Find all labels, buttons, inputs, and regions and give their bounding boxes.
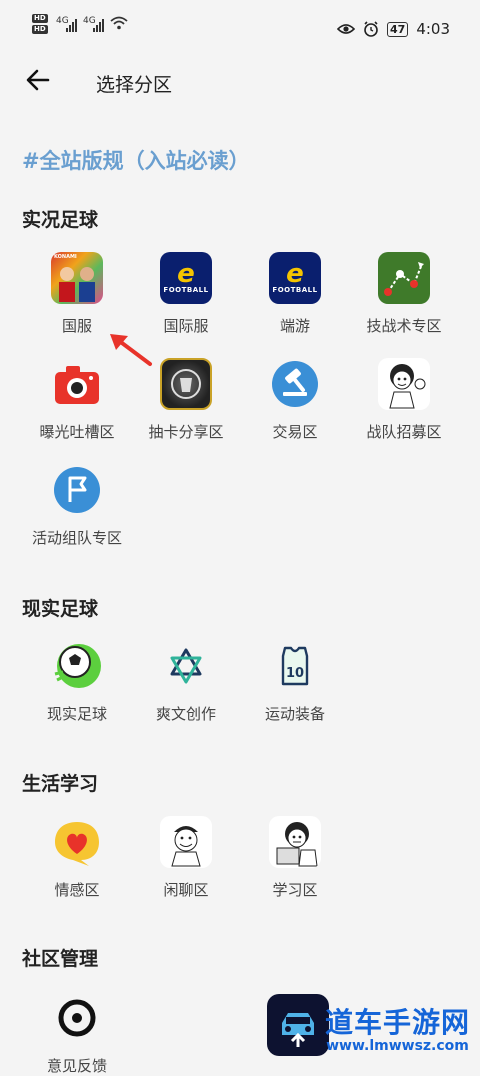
watermark-url: www.lmwwsz.com	[326, 1038, 469, 1054]
gavel-icon	[269, 358, 321, 410]
section-title: 实况足球	[22, 209, 99, 231]
zone-label: 战队招募区	[366, 423, 442, 441]
zone-item-emotion[interactable]: 情感区	[22, 816, 132, 900]
efootball-text: FOOTBALL	[163, 286, 209, 294]
zone-label: 抽卡分享区	[148, 423, 224, 441]
meme-face-icon	[378, 358, 430, 410]
watermark-title: 道车手游网	[324, 1006, 470, 1039]
heart-bubble-icon	[51, 816, 103, 868]
zone-label: 学习区	[272, 881, 318, 899]
meme-face-icon	[269, 816, 321, 868]
konami-game-icon: KONAMI	[51, 252, 103, 304]
battery-icon: 47	[387, 21, 409, 37]
hd-badge: HD	[32, 14, 48, 23]
zone-label: 曝光吐槽区	[39, 423, 115, 441]
section-title: 现实足球	[22, 598, 99, 620]
signal-icon	[93, 18, 104, 32]
camera-icon	[51, 358, 103, 410]
zone-item-exposure[interactable]: 曝光吐槽区	[22, 358, 132, 442]
card-badge-icon	[160, 358, 212, 410]
status-right: 47 4:03	[337, 20, 450, 38]
zone-item-feedback[interactable]: 意见反馈	[22, 992, 132, 1076]
zone-label: 现实足球	[46, 705, 107, 723]
zone-label: 闲聊区	[163, 881, 209, 899]
eye-icon	[337, 24, 355, 34]
back-arrow-icon[interactable]	[24, 66, 52, 94]
target-icon	[51, 992, 103, 1044]
zone-label: 技战术专区	[366, 317, 442, 335]
zone-item-cn-server[interactable]: KONAMI 国服	[22, 252, 132, 336]
soccer-ball-icon	[51, 640, 103, 692]
efootball-e: e	[286, 259, 304, 289]
wifi-icon	[110, 16, 128, 30]
star-of-david-icon	[160, 640, 212, 692]
zone-label: 运动装备	[264, 705, 325, 723]
zone-label: 意见反馈	[46, 1057, 107, 1075]
meme-face-icon	[160, 816, 212, 868]
konami-logo-text: KONAMI	[54, 254, 77, 260]
zone-item-intl-server[interactable]: e FOOTBALL 国际服	[131, 252, 241, 336]
efootball-text: FOOTBALL	[272, 286, 318, 294]
section-title: 社区管理	[22, 948, 99, 970]
efootball-e: e	[177, 259, 195, 289]
zone-label: 爽文创作	[155, 705, 216, 723]
zone-item-gacha[interactable]: 抽卡分享区	[131, 358, 241, 442]
zone-item-study[interactable]: 学习区	[240, 816, 350, 900]
status-left: HD HD	[32, 14, 48, 36]
flag-icon	[51, 464, 103, 516]
zone-label: 交易区	[272, 423, 318, 441]
jersey-icon: 10	[269, 640, 321, 692]
jersey-number: 10	[286, 666, 304, 681]
zone-item-trade[interactable]: 交易区	[240, 358, 350, 442]
efootball-icon: e FOOTBALL	[269, 252, 321, 304]
watermark: 道车手游网 www.lmwwsz.com	[324, 1006, 470, 1055]
zone-item-chat[interactable]: 闲聊区	[131, 816, 241, 900]
zone-label: 端游	[279, 317, 310, 335]
clock: 4:03	[416, 20, 450, 38]
page-title: 选择分区	[96, 74, 173, 96]
zone-item-pc-game[interactable]: e FOOTBALL 端游	[240, 252, 350, 336]
hd-badge: HD	[32, 25, 48, 34]
zone-item-fiction[interactable]: 爽文创作	[131, 640, 241, 724]
rules-link[interactable]: #全站版规（入站必读）	[22, 145, 250, 175]
zone-label: 情感区	[54, 881, 100, 899]
tactics-board-icon	[378, 252, 430, 304]
zone-item-tactics[interactable]: 技战术专区	[349, 252, 459, 336]
zone-item-activity-team[interactable]: 活动组队专区	[22, 464, 132, 548]
signal-icon	[66, 18, 77, 32]
zone-item-equipment[interactable]: 10 运动装备	[240, 640, 350, 724]
alarm-icon	[364, 21, 378, 37]
efootball-icon: e FOOTBALL	[160, 252, 212, 304]
zone-label: 活动组队专区	[31, 529, 122, 547]
car-app-icon[interactable]	[267, 994, 329, 1056]
section-title: 生活学习	[22, 773, 99, 795]
zone-item-real-football[interactable]: 现实足球	[22, 640, 132, 724]
zone-item-team-recruit[interactable]: 战队招募区	[349, 358, 459, 442]
